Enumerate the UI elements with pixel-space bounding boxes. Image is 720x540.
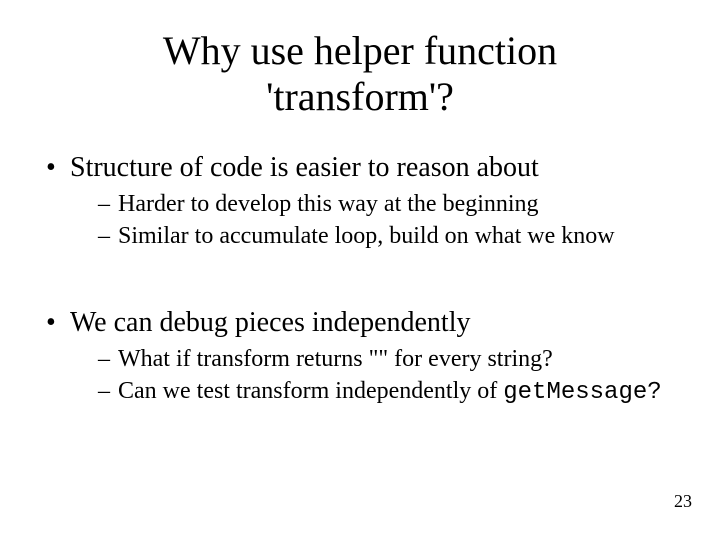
page-number: 23 bbox=[674, 491, 692, 512]
sub-bullet-text: What if transform returns "" for every s… bbox=[118, 346, 553, 372]
slide: Why use helper function 'transform'? Str… bbox=[0, 0, 720, 540]
spacer bbox=[40, 257, 680, 305]
bullet-text: Structure of code is easier to reason ab… bbox=[70, 152, 539, 183]
sub-bullet-list: What if transform returns "" for every s… bbox=[70, 344, 680, 408]
sub-bullet-list: Harder to develop this way at the beginn… bbox=[70, 189, 680, 251]
bullet-item: We can debug pieces independently What i… bbox=[40, 305, 680, 408]
bullet-text: We can debug pieces independently bbox=[70, 307, 470, 338]
sub-bullet-item: Harder to develop this way at the beginn… bbox=[98, 189, 680, 219]
bullet-list: Structure of code is easier to reason ab… bbox=[40, 150, 680, 251]
bullet-item: Structure of code is easier to reason ab… bbox=[40, 150, 680, 251]
sub-bullet-item: Similar to accumulate loop, build on wha… bbox=[98, 221, 680, 251]
sub-bullet-item: What if transform returns "" for every s… bbox=[98, 344, 680, 374]
sub-bullet-text: Harder to develop this way at the beginn… bbox=[118, 191, 539, 217]
slide-title: Why use helper function 'transform'? bbox=[100, 28, 620, 120]
sub-bullet-text: Can we test transform independently of bbox=[118, 378, 503, 404]
bullet-list: We can debug pieces independently What i… bbox=[40, 305, 680, 408]
sub-bullet-item: Can we test transform independently of g… bbox=[98, 376, 680, 408]
code-text: getMessage? bbox=[503, 379, 661, 406]
sub-bullet-text: Similar to accumulate loop, build on wha… bbox=[118, 223, 615, 249]
